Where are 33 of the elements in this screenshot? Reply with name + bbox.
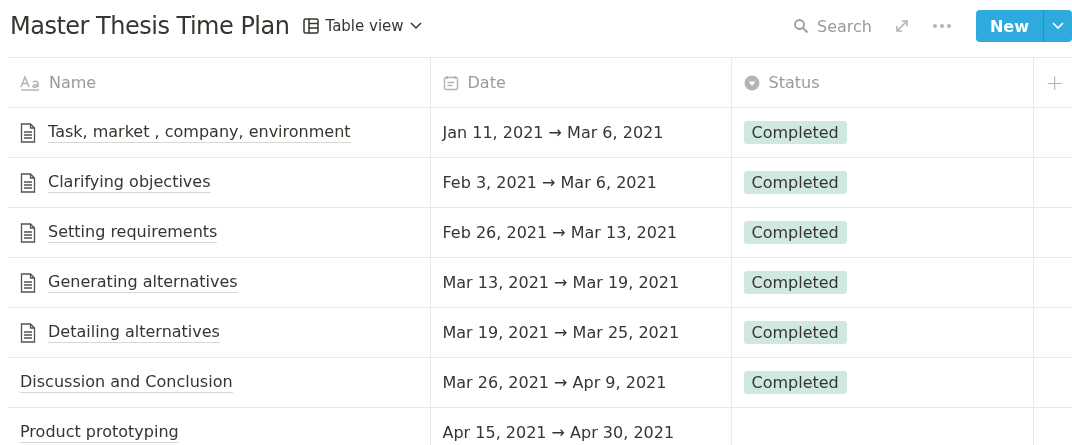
row-title[interactable]: Setting requirements — [48, 222, 218, 243]
page-icon — [20, 122, 36, 143]
page-icon — [20, 222, 36, 243]
status-tag: Completed — [743, 371, 847, 394]
row-title[interactable]: Generating alternatives — [48, 272, 238, 293]
status-tag: Completed — [743, 221, 847, 244]
date-range: Mar 13, 2021 → Mar 19, 2021 — [442, 273, 680, 292]
date-range: Mar 19, 2021 → Mar 25, 2021 — [442, 323, 680, 342]
dropdown-circle-icon — [743, 74, 760, 91]
date-range: Mar 26, 2021 → Apr 9, 2021 — [442, 373, 667, 392]
search-icon — [793, 18, 809, 34]
text-type-icon — [20, 74, 40, 91]
date-range: Jan 11, 2021 → Mar 6, 2021 — [442, 123, 664, 142]
date-range: Apr 15, 2021 → Apr 30, 2021 — [442, 423, 675, 442]
expand-icon[interactable] — [893, 18, 910, 34]
date-range: Feb 3, 2021 → Mar 6, 2021 — [442, 173, 657, 192]
table-icon — [303, 18, 320, 34]
page-title: Master Thesis Time Plan — [10, 12, 290, 40]
chevron-down-icon — [409, 22, 422, 30]
chevron-down-icon[interactable] — [1043, 10, 1072, 42]
calendar-icon — [442, 74, 459, 91]
row-title[interactable]: Clarifying objectives — [48, 172, 211, 193]
status-tag: Completed — [743, 321, 847, 344]
row-title[interactable]: Detailing alternatives — [48, 322, 220, 343]
more-icon[interactable] — [931, 23, 952, 29]
status-tag: Completed — [743, 271, 847, 294]
page-icon — [20, 272, 36, 293]
page-icon — [20, 172, 36, 193]
status-tag: Completed — [743, 171, 847, 194]
page-icon — [20, 322, 36, 343]
date-range: Feb 26, 2021 → Mar 13, 2021 — [442, 223, 678, 242]
status-tag: Completed — [743, 121, 847, 144]
view-selector[interactable]: Table view — [303, 17, 422, 35]
